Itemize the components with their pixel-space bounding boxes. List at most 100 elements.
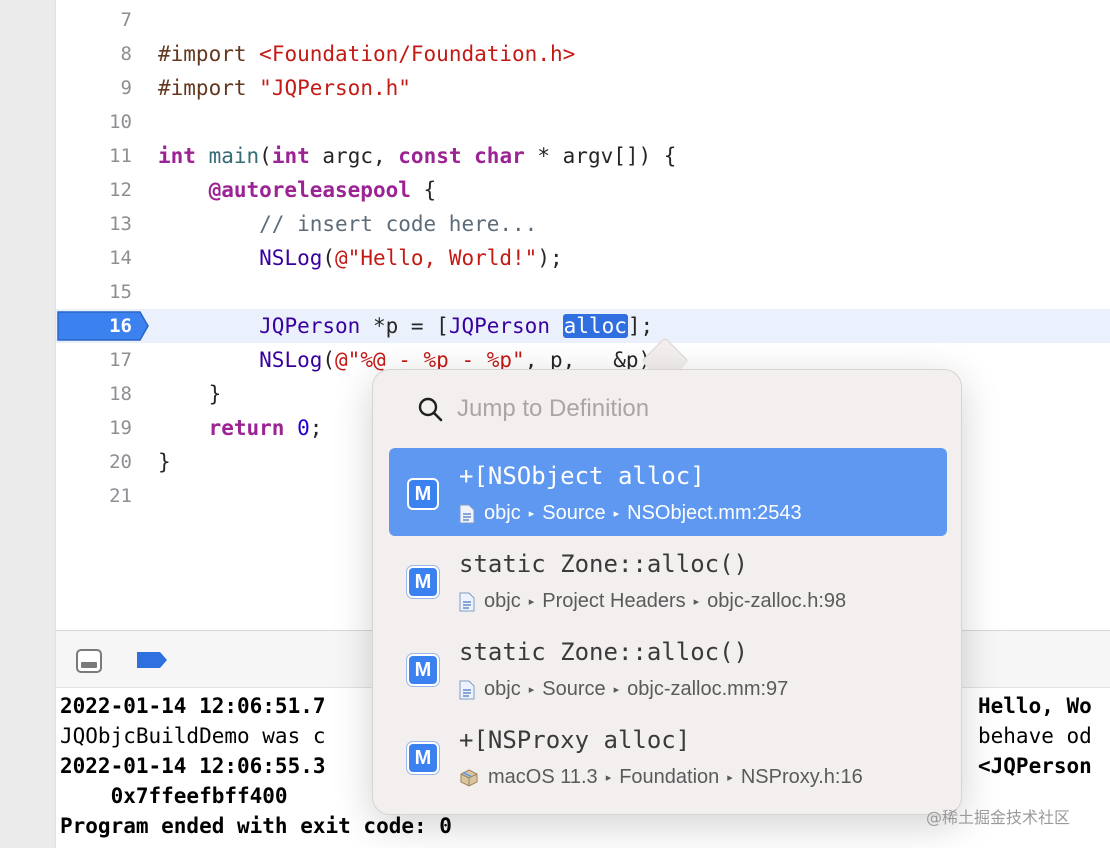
code-line[interactable]: 10 [56, 105, 1110, 139]
path-segment: objc-zalloc.h:98 [707, 590, 847, 612]
line-number: 18 [109, 383, 132, 405]
code-line[interactable]: 12 @autoreleasepool { [56, 173, 1110, 207]
import-path: <Foundation/Foundation.h> [259, 42, 576, 66]
result-title: static Zone::alloc() [459, 550, 748, 578]
line-number: 9 [120, 77, 132, 99]
left-gutter-strip [0, 0, 56, 848]
line-number: 10 [109, 111, 132, 133]
definition-result[interactable]: M +[NSObject alloc] objc ▸ Source ▸ NSObject… [389, 448, 947, 536]
path-separator-icon: ▸ [528, 684, 535, 696]
definition-result[interactable]: M static Zone::alloc() objc ▸ Project Head… [389, 536, 947, 624]
code-text: *p = [ [360, 314, 449, 338]
import-directive: #import [158, 76, 247, 100]
result-path: objc ▸ Source ▸ NSObject.mm:2543 [459, 502, 802, 525]
function-call: NSLog [259, 246, 323, 270]
path-separator-icon: ▸ [727, 772, 733, 784]
result-path: objc ▸ Project Headers ▸ objc-zalloc.h:98 [459, 590, 846, 613]
path-segment: objc [484, 678, 521, 700]
result-title: +[NSProxy alloc] [459, 726, 691, 754]
code-text: ]; [627, 314, 654, 338]
result-title: +[NSObject alloc] [459, 462, 705, 490]
path-segment: NSProxy.h:16 [740, 766, 863, 788]
line-number: 17 [109, 349, 132, 371]
class-name: JQPerson [448, 314, 550, 338]
path-segment: Source [542, 678, 606, 700]
sdk-package-icon [460, 768, 478, 787]
code-line[interactable]: 9 #import "JQPerson.h" [56, 71, 1110, 105]
keyword: int [158, 144, 196, 168]
code-text: } [158, 450, 171, 474]
line-number: 12 [109, 179, 132, 201]
keyword: char [474, 144, 525, 168]
code-text: ( [322, 246, 336, 270]
code-text: ( [259, 144, 272, 168]
path-separator-icon: ▸ [613, 508, 620, 520]
header-file-icon [459, 504, 475, 523]
code-comment: // insert code here... [259, 212, 538, 236]
line-number: 14 [109, 247, 132, 269]
function-call: NSLog [259, 348, 323, 372]
path-segment: objc [484, 590, 521, 612]
console-line: Program ended with exit code: 0 [60, 814, 452, 838]
line-number: 20 [109, 451, 132, 473]
jump-to-definition-popover: M +[NSObject alloc] objc ▸ Source ▸ NSObject… [372, 369, 962, 815]
path-separator-icon: ▸ [693, 596, 700, 608]
path-separator-icon: ▸ [528, 508, 535, 520]
line-number: 21 [109, 485, 132, 507]
code-text: ( [322, 348, 336, 372]
code-line[interactable]: 11 int main(int argc, const char * argv[… [56, 139, 1110, 173]
code-text: } [208, 382, 222, 406]
result-path: objc ▸ Source ▸ objc-zalloc.mm:97 [459, 678, 788, 701]
code-line[interactable]: 14 NSLog(@"Hello, World!"); [56, 241, 1110, 275]
method-badge-icon: M [407, 566, 439, 598]
code-text: { [410, 178, 437, 202]
code-line[interactable]: 8 #import <Foundation/Foundation.h> [56, 37, 1110, 71]
console-line: 2022-01-14 12:06:51.7 [60, 694, 326, 718]
console-line-tail: <JQPerson [978, 754, 1092, 778]
code-line[interactable]: 13 // insert code here... [56, 207, 1110, 241]
keyword: int [271, 144, 310, 168]
import-directive: #import [158, 42, 247, 66]
header-file-icon [459, 592, 475, 611]
header-file-icon [459, 680, 475, 699]
path-separator-icon: ▸ [605, 772, 612, 784]
code-text: argc, [309, 144, 399, 168]
definition-result[interactable]: M static Zone::alloc() objc ▸ Source ▸ objc-… [389, 624, 947, 712]
line-number: 11 [109, 145, 132, 167]
line-number: 8 [120, 43, 132, 65]
result-path: macOS 11.3 ▸ Foundation ▸ NSProxy.h:16 [459, 766, 863, 789]
path-segment: Project Headers [542, 590, 686, 612]
code-text: * argv[]) { [524, 144, 677, 168]
code-line-current[interactable]: 16 JQPerson *p = [JQPerson alloc]; [56, 309, 1110, 343]
console-line: 2022-01-14 12:06:55.3 [60, 754, 326, 778]
line-number: 16 [109, 315, 132, 337]
keyword: const [398, 144, 462, 168]
path-segment: Source [542, 502, 606, 524]
function-name: main [208, 144, 260, 168]
result-title: static Zone::alloc() [459, 638, 748, 666]
keyword: @autoreleasepool [208, 178, 411, 202]
breakpoints-toggle-icon[interactable] [136, 651, 168, 669]
path-segment: objc-zalloc.mm:97 [627, 678, 789, 700]
method-badge-icon: M [407, 478, 439, 510]
selected-symbol[interactable]: alloc [562, 314, 628, 338]
code-line[interactable]: 7 [56, 3, 1110, 37]
search-icon [418, 397, 443, 422]
path-separator-icon: ▸ [528, 596, 535, 608]
code-line[interactable]: 15 [56, 275, 1110, 309]
jump-to-definition-search-input[interactable] [457, 392, 917, 426]
line-number: 13 [109, 213, 132, 235]
method-badge-icon: M [407, 654, 439, 686]
string-literal: @"Hello, World!" [335, 246, 538, 270]
popover-search-row [373, 370, 963, 448]
line-number: 7 [120, 9, 132, 31]
console-toggle-icon[interactable] [76, 649, 102, 673]
number-literal: 0 [297, 416, 310, 440]
code-text: ); [537, 246, 563, 270]
path-segment: Foundation [619, 766, 720, 788]
keyword: return [208, 416, 285, 440]
definition-result[interactable]: M +[NSProxy alloc] macOS 11.3 ▸ Foundation… [389, 712, 947, 800]
path-segment: macOS 11.3 [488, 766, 598, 788]
